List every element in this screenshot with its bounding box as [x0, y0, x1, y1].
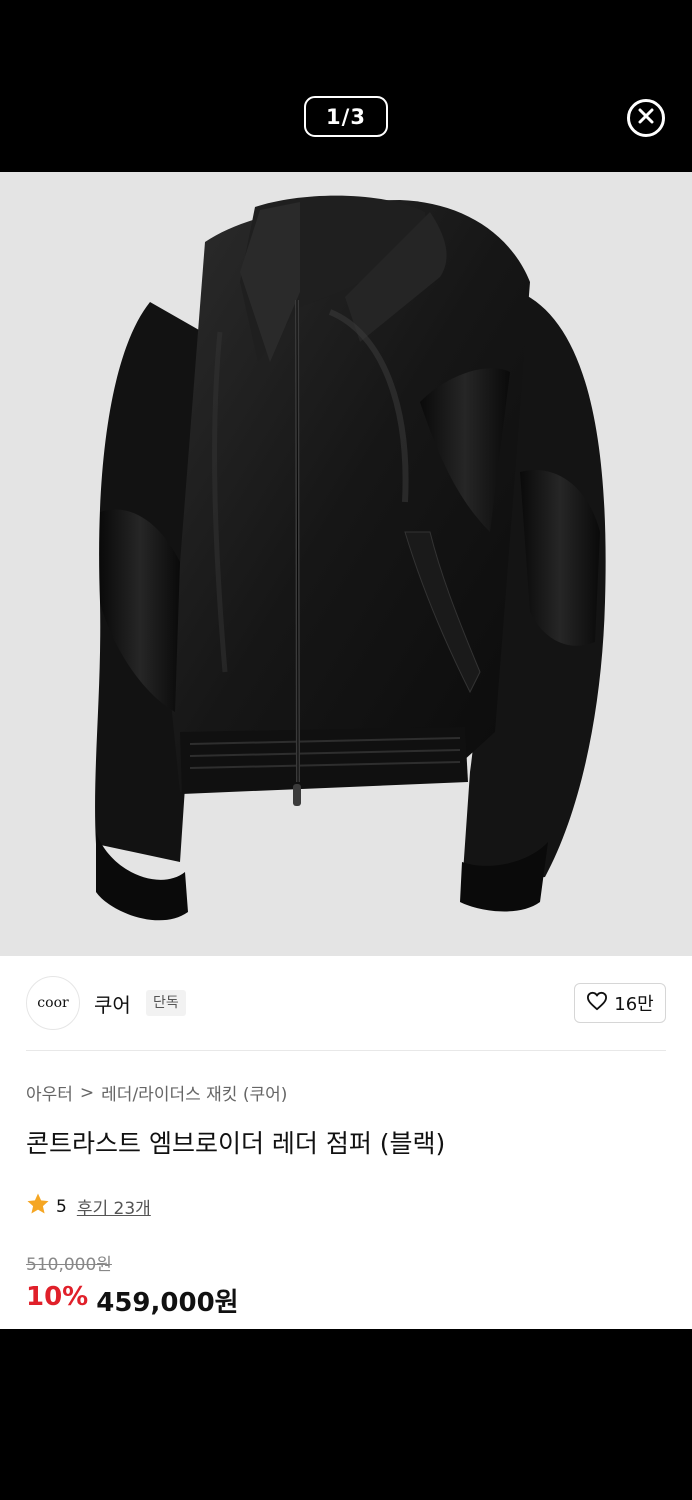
- product-info-panel: coor 쿠어 단독 16만 아우터 > 레더/라이더스 재킷 (쿠어) 콘트라…: [0, 956, 692, 1329]
- bottom-backdrop: [0, 1329, 692, 1500]
- brand-row: coor 쿠어 단독 16만: [26, 976, 666, 1030]
- discount-rate: 10%: [26, 1282, 89, 1312]
- review-count-link[interactable]: 후기 23개: [77, 1194, 151, 1219]
- like-count: 16만: [614, 994, 654, 1015]
- brand-name[interactable]: 쿠어: [94, 989, 131, 1018]
- divider: [26, 1050, 666, 1051]
- brand-logo[interactable]: coor: [26, 976, 80, 1030]
- breadcrumb-category[interactable]: 아우터: [26, 1080, 73, 1105]
- exclusive-badge: 단독: [146, 990, 186, 1016]
- jacket-illustration: [95, 195, 606, 921]
- image-pager: 1/3: [304, 96, 388, 137]
- rating-row: 5 후기 23개: [26, 1192, 151, 1221]
- breadcrumb-subcategory[interactable]: 레더/라이더스 재킷 (쿠어): [101, 1080, 287, 1105]
- breadcrumb: 아우터 > 레더/라이더스 재킷 (쿠어): [26, 1080, 287, 1106]
- product-title: 콘트라스트 엠브로이더 레더 점퍼 (블랙): [26, 1129, 446, 1158]
- star-icon: [26, 1192, 50, 1221]
- original-price: 510,000원: [26, 1255, 112, 1275]
- heart-icon: [586, 991, 608, 1016]
- chevron-right-icon: >: [79, 1082, 95, 1103]
- like-button[interactable]: 16만: [574, 983, 666, 1023]
- close-button[interactable]: [627, 99, 665, 137]
- product-image[interactable]: [0, 172, 692, 956]
- price-row: 10% 459,000원: [26, 1282, 239, 1319]
- viewer-top-bar: 1/3: [0, 0, 692, 172]
- sale-price: 459,000원: [96, 1288, 239, 1318]
- close-icon: [638, 108, 654, 128]
- rating-score: 5: [56, 1196, 67, 1217]
